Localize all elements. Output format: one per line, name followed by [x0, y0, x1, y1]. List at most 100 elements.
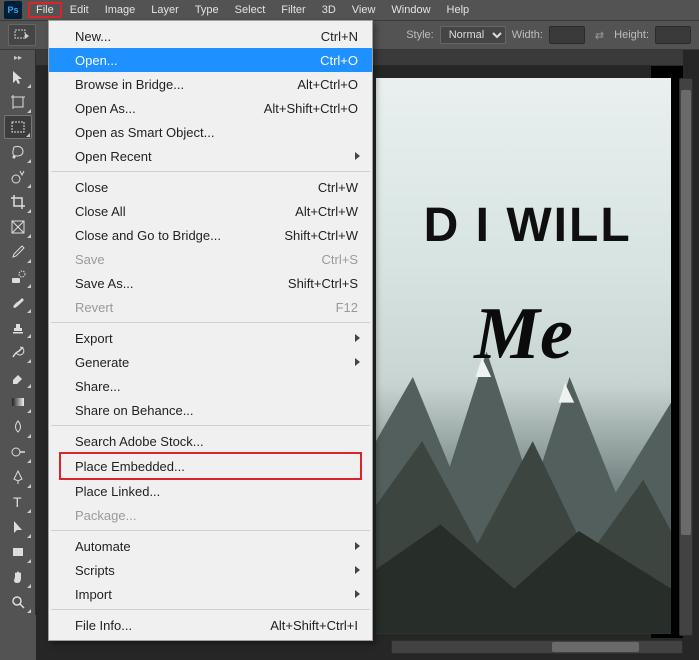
menu-item-label: Share on Behance...	[75, 403, 358, 418]
quick-selection-tool[interactable]	[4, 165, 32, 189]
menu-item-close-all[interactable]: Close AllAlt+Ctrl+W	[49, 199, 372, 223]
horizontal-scrollbar[interactable]	[391, 640, 683, 654]
menu-item-save-as[interactable]: Save As...Shift+Ctrl+S	[49, 271, 372, 295]
submenu-arrow-icon	[355, 542, 360, 550]
menu-item-close-and-go-to-bridge[interactable]: Close and Go to Bridge...Shift+Ctrl+W	[49, 223, 372, 247]
menu-item-label: Automate	[75, 539, 358, 554]
submenu-arrow-icon	[355, 566, 360, 574]
menu-item-label: Close and Go to Bridge...	[75, 228, 284, 243]
rectangular-marquee-tool[interactable]	[4, 115, 32, 139]
clone-stamp-tool[interactable]	[4, 315, 32, 339]
doc-script-text: Me	[474, 292, 573, 377]
menu-separator	[51, 609, 370, 610]
menu-item-file-info[interactable]: File Info...Alt+Shift+Ctrl+I	[49, 613, 372, 637]
zoom-tool[interactable]	[4, 590, 32, 614]
submenu-arrow-icon	[355, 334, 360, 342]
height-input[interactable]	[655, 26, 691, 44]
menu-item-open[interactable]: Open...Ctrl+O	[49, 48, 372, 72]
menu-item-new[interactable]: New...Ctrl+N	[49, 24, 372, 48]
rectangle-tool[interactable]	[4, 540, 32, 564]
menu-3d[interactable]: 3D	[314, 2, 344, 18]
history-brush-tool[interactable]	[4, 340, 32, 364]
menu-filter[interactable]: Filter	[273, 2, 313, 18]
move-tool[interactable]	[4, 65, 32, 89]
menu-item-label: Save	[75, 252, 322, 267]
menu-item-open-recent[interactable]: Open Recent	[49, 144, 372, 168]
eyedropper-tool[interactable]	[4, 240, 32, 264]
menu-file[interactable]: File	[28, 2, 62, 18]
menu-view[interactable]: View	[344, 2, 384, 18]
swap-dimensions-icon[interactable]: ⇄	[595, 29, 604, 42]
menu-separator	[51, 530, 370, 531]
menu-item-shortcut: Alt+Shift+Ctrl+O	[264, 101, 358, 116]
menu-item-search-adobe-stock[interactable]: Search Adobe Stock...	[49, 429, 372, 453]
menu-item-label: Browse in Bridge...	[75, 77, 297, 92]
pen-tool[interactable]	[4, 465, 32, 489]
width-label: Width:	[512, 29, 543, 41]
menu-item-generate[interactable]: Generate	[49, 350, 372, 374]
lasso-tool[interactable]	[4, 140, 32, 164]
tool-preset-picker[interactable]	[8, 24, 36, 46]
menu-image[interactable]: Image	[97, 2, 144, 18]
menu-item-import[interactable]: Import	[49, 582, 372, 606]
submenu-arrow-icon	[355, 358, 360, 366]
menu-item-place-embedded[interactable]: Place Embedded...	[61, 454, 360, 478]
dodge-tool[interactable]	[4, 440, 32, 464]
menu-window[interactable]: Window	[383, 2, 438, 18]
menu-item-label: Open As...	[75, 101, 264, 116]
menu-separator	[51, 171, 370, 172]
app-icon: Ps	[4, 1, 22, 19]
expand-toolbar-icon[interactable]: ▸▸	[0, 50, 36, 64]
document-canvas[interactable]: D I WILL Me	[376, 78, 671, 634]
menu-item-share-on-behance[interactable]: Share on Behance...	[49, 398, 372, 422]
svg-text:T: T	[13, 494, 22, 510]
menu-item-share[interactable]: Share...	[49, 374, 372, 398]
menu-item-label: Close	[75, 180, 318, 195]
menu-type[interactable]: Type	[187, 2, 227, 18]
doc-heading-text: D I WILL	[424, 198, 632, 253]
horizontal-type-tool[interactable]: T	[4, 490, 32, 514]
menu-edit[interactable]: Edit	[62, 2, 97, 18]
path-selection-tool[interactable]	[4, 515, 32, 539]
crop-tool[interactable]	[4, 190, 32, 214]
menu-item-label: Place Linked...	[75, 484, 358, 499]
brush-tool[interactable]	[4, 290, 32, 314]
spot-healing-brush-tool[interactable]	[4, 265, 32, 289]
menu-item-label: Share...	[75, 379, 358, 394]
menu-item-place-linked[interactable]: Place Linked...	[49, 479, 372, 503]
gradient-tool[interactable]	[4, 390, 32, 414]
vertical-scrollbar[interactable]	[679, 78, 693, 636]
menu-item-shortcut: Ctrl+S	[322, 252, 358, 267]
menu-item-package: Package...	[49, 503, 372, 527]
width-input[interactable]	[549, 26, 585, 44]
menu-item-automate[interactable]: Automate	[49, 534, 372, 558]
menu-select[interactable]: Select	[227, 2, 274, 18]
height-label: Height:	[614, 29, 649, 41]
blur-tool[interactable]	[4, 415, 32, 439]
menu-item-open-as[interactable]: Open As...Alt+Shift+Ctrl+O	[49, 96, 372, 120]
menu-item-close[interactable]: CloseCtrl+W	[49, 175, 372, 199]
menu-item-label: Export	[75, 331, 358, 346]
artboard-tool[interactable]	[4, 90, 32, 114]
file-menu-dropdown: New...Ctrl+NOpen...Ctrl+OBrowse in Bridg…	[48, 20, 373, 641]
menu-item-label: Open Recent	[75, 149, 358, 164]
eraser-tool[interactable]	[4, 365, 32, 389]
hand-tool[interactable]	[4, 565, 32, 589]
tools-panel: ▸▸ T	[0, 50, 36, 615]
menu-item-scripts[interactable]: Scripts	[49, 558, 372, 582]
style-select[interactable]: Normal	[440, 26, 506, 44]
frame-tool[interactable]	[4, 215, 32, 239]
style-label: Style:	[406, 29, 434, 41]
menu-layer[interactable]: Layer	[143, 2, 187, 18]
menu-item-export[interactable]: Export	[49, 326, 372, 350]
menu-item-label: Import	[75, 587, 358, 602]
menu-item-shortcut: Ctrl+N	[321, 29, 358, 44]
menu-item-shortcut: Ctrl+O	[320, 53, 358, 68]
menu-item-browse-in-bridge[interactable]: Browse in Bridge...Alt+Ctrl+O	[49, 72, 372, 96]
menu-item-label: New...	[75, 29, 321, 44]
menu-item-open-as-smart-object[interactable]: Open as Smart Object...	[49, 120, 372, 144]
menu-help[interactable]: Help	[439, 2, 478, 18]
menu-item-shortcut: Alt+Ctrl+O	[297, 77, 358, 92]
submenu-arrow-icon	[355, 152, 360, 160]
highlight-box: Place Embedded...	[59, 452, 362, 480]
